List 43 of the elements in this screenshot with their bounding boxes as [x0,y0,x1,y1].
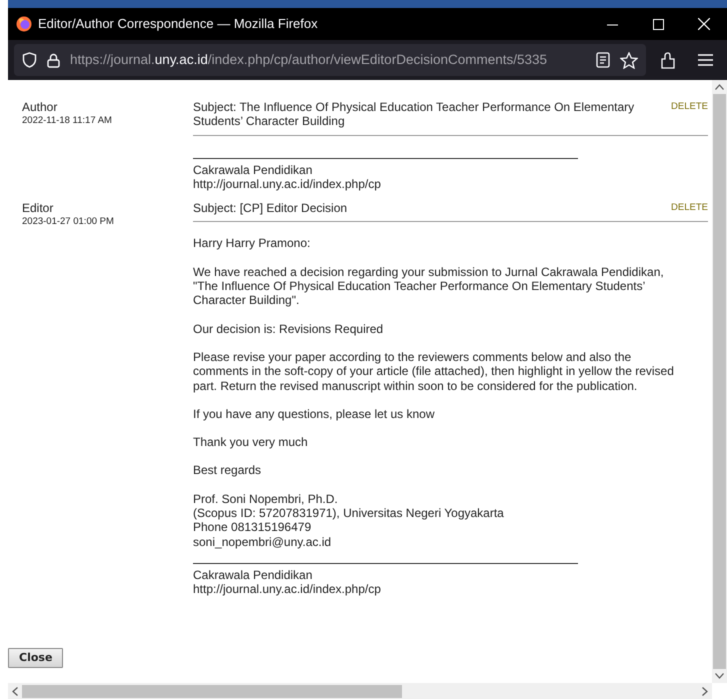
close-icon[interactable] [698,18,710,30]
maximize-icon[interactable] [652,18,664,30]
shield-icon[interactable] [22,52,37,68]
horizontal-scrollbar[interactable] [8,683,712,699]
comment-date: 2023-01-27 01:00 PM [22,215,115,230]
signature-text: Cakrawala Pendidikan [193,568,314,582]
message-text: (Scopus ID: 57207831971), Universitas Negeri Yogyakarta [193,506,505,520]
firefox-icon [16,16,32,32]
comment-subject: Subject: The Influence Of Physical Education Teacher Performance On Elementary Students’ Character Building [193,100,636,129]
scroll-up-icon[interactable] [715,84,724,90]
message-text: Our decision is: Revisions Required [193,322,384,336]
scroll-left-icon[interactable] [12,686,18,696]
extensions-icon[interactable] [660,52,676,68]
message-text: Harry Harry Pramono: [193,236,312,251]
window-title: Editor/Author Correspondence — Mozilla Firefox [37,15,319,34]
scrollbar-thumb[interactable] [22,684,402,698]
message-text: Prof. Soni Nopembri, Ph.D. [193,492,339,506]
message-text: Please revise your paper according to the reviewers comments below and also the comments in the soft-copy of your article (file attached), then highlight in yellow the revised part. Return the revised manuscript within soon to be considered for the publication. [193,350,675,393]
scrollbar-thumb[interactable] [713,94,726,669]
delete-link[interactable]: DELETE [665,100,708,129]
delete-link[interactable]: DELETE [665,201,708,216]
scroll-down-icon[interactable] [715,673,724,679]
close-button[interactable]: Close [8,648,64,668]
message-text: Thank you very much [193,435,309,450]
signature-text: Cakrawala Pendidikan [193,162,314,177]
comment-author-role: Author [22,100,58,114]
message-text: Phone 081315196479 [193,520,312,535]
menu-icon[interactable] [698,54,713,66]
message-text: soni_nopembri@uny.ac.id [193,534,332,549]
address-bar[interactable]: https://journal.uny.ac.id/index.php/cp/author/viewEditorDecisionComments/5335 [14,44,646,76]
message-text: We have reached a decision regarding your submission to Jurnal Cakrawala Pendidikan, "The Influence Of Physical Education Teacher Performance On Elementary Students’ Character Building". [193,264,665,308]
reader-view-icon[interactable] [596,52,610,68]
comment-date: 2022-11-18 11:17 AM [22,114,113,128]
comment-author-role: Editor [22,201,54,216]
lock-icon[interactable] [47,52,60,68]
signature-text: http://journal.uny.ac.id/index.php/cp [193,582,382,597]
message-text: If you have any questions, please let us know [193,406,436,422]
star-icon[interactable] [620,52,638,68]
vertical-scrollbar[interactable] [712,80,727,683]
signature-text: http://journal.uny.ac.id/index.php/cp [193,176,382,192]
scroll-right-icon[interactable] [702,686,708,696]
comment-subject: Subject: [CP] Editor Decision [193,201,348,216]
message-text: Best regards [193,463,262,478]
